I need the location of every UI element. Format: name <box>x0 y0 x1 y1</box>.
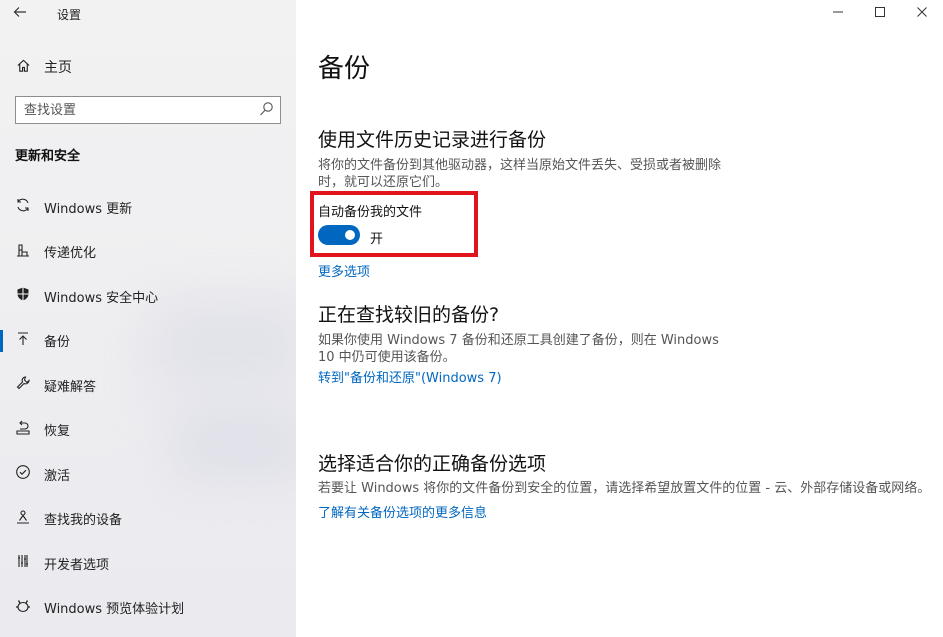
close-button[interactable] <box>901 0 943 28</box>
sidebar-item-label: 疑难解答 <box>44 379 97 395</box>
shield-icon <box>14 286 32 306</box>
choose-option-heading: 选择适合你的正确备份选项 <box>318 453 547 475</box>
learn-more-link[interactable]: 了解有关备份选项的更多信息 <box>318 502 487 521</box>
sidebar-nav: Windows 更新 传递优化 Windows 安全中心 备份 疑难解答 恢复 … <box>0 185 296 630</box>
sidebar-item-backup[interactable]: 备份 <box>0 319 296 364</box>
sidebar-item-windows-security[interactable]: Windows 安全中心 <box>0 274 296 319</box>
file-history-heading: 使用文件历史记录进行备份 <box>318 129 547 151</box>
back-arrow-icon[interactable] <box>12 4 32 24</box>
maximize-button[interactable] <box>859 0 901 28</box>
choose-option-description: 若要让 Windows 将你的文件备份到安全的位置，请选择希望放置文件的位置 -… <box>318 481 931 496</box>
delivery-optimization-icon <box>14 242 32 262</box>
active-indicator <box>0 329 3 352</box>
file-history-description: 将你的文件备份到其他驱动器，这样当原始文件丢失、受损或者被删除时，就可以还原它们… <box>318 158 722 190</box>
check-circle-icon <box>14 464 32 484</box>
minimize-button[interactable] <box>817 0 859 28</box>
section-title: 更新和安全 <box>15 149 81 164</box>
person-locate-icon <box>14 509 32 529</box>
sidebar-item-label: 查找我的设备 <box>44 513 123 529</box>
page-title: 备份 <box>318 54 371 84</box>
search-icon[interactable] <box>258 100 274 118</box>
sidebar-item-find-my-device[interactable]: 查找我的设备 <box>0 497 296 542</box>
sidebar-item-windows-insider[interactable]: Windows 预览体验计划 <box>0 586 296 631</box>
sidebar-item-label: Windows 安全中心 <box>44 290 159 306</box>
sidebar-item-label: Windows 预览体验计划 <box>44 602 185 618</box>
older-backup-heading: 正在查找较旧的备份? <box>318 304 500 326</box>
sync-icon <box>14 197 32 217</box>
wrench-icon <box>14 375 32 395</box>
app-title: 设置 <box>57 8 82 22</box>
auto-backup-toggle[interactable] <box>318 225 360 245</box>
insider-icon <box>14 598 32 618</box>
sidebar-item-windows-update[interactable]: Windows 更新 <box>0 185 296 230</box>
search-input[interactable] <box>24 100 254 120</box>
toggle-knob <box>345 230 355 240</box>
home-label: 主页 <box>44 60 72 76</box>
backup-restore-link[interactable]: 转到"备份和还原"(Windows 7) <box>318 367 502 386</box>
sidebar-item-label: 激活 <box>44 468 71 484</box>
older-backup-description: 如果你使用 Windows 7 备份和还原工具创建了备份，则在 Windows … <box>318 333 719 365</box>
sidebar-item-troubleshoot[interactable]: 疑难解答 <box>0 363 296 408</box>
sidebar-item-label: 开发者选项 <box>44 557 110 573</box>
title-bar: 设置 <box>0 0 296 28</box>
sidebar-item-activation[interactable]: 激活 <box>0 452 296 497</box>
backup-arrow-icon <box>14 331 32 351</box>
auto-backup-label: 自动备份我的文件 <box>318 205 423 220</box>
toggle-state-label: 开 <box>370 232 384 247</box>
sidebar-item-developer-options[interactable]: 开发者选项 <box>0 541 296 586</box>
sidebar-item-label: Windows 更新 <box>44 201 133 217</box>
sidebar-item-label: 传递优化 <box>44 246 97 262</box>
more-options-link[interactable]: 更多选项 <box>318 261 370 280</box>
search-box[interactable] <box>15 96 281 124</box>
sidebar: 设置 主页 更新和安全 Windows 更新 传递优化 <box>0 0 296 637</box>
sidebar-item-delivery-optimization[interactable]: 传递优化 <box>0 230 296 275</box>
window-controls <box>817 0 943 28</box>
sidebar-item-recovery[interactable]: 恢复 <box>0 408 296 453</box>
sidebar-item-label: 备份 <box>44 335 71 351</box>
home-nav-item[interactable]: 主页 <box>16 56 72 78</box>
home-icon <box>16 58 32 77</box>
developer-icon <box>14 553 32 573</box>
sidebar-item-label: 恢复 <box>44 424 71 440</box>
recovery-icon <box>14 420 32 440</box>
